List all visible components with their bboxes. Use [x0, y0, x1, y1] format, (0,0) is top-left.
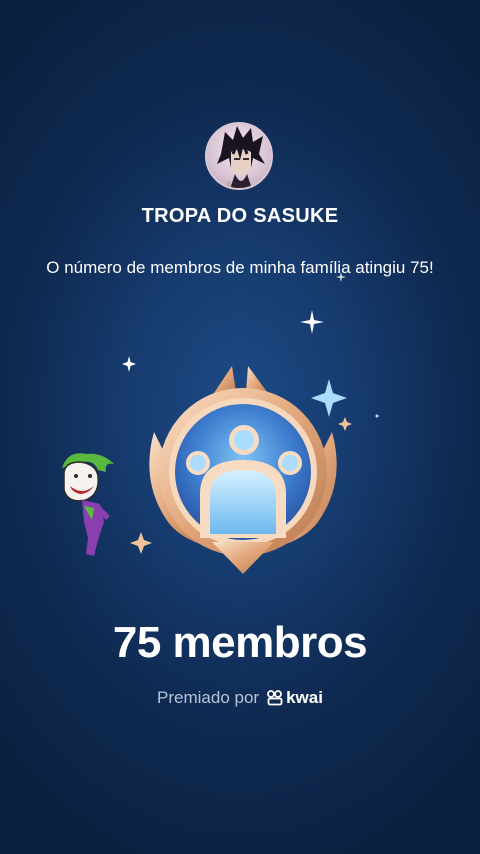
sparkle-icon [375, 414, 379, 418]
milestone-message: O número de membros de minha família ati… [46, 258, 434, 277]
member-count-label: 75 membros [112, 618, 368, 667]
award-prefix: Premiado por [157, 688, 260, 707]
group-name: TROPA DO SASUKE [141, 205, 339, 227]
kwai-brand: kwai [267, 688, 323, 708]
sparkle-icon [122, 356, 136, 372]
joker-sticker-icon [62, 453, 114, 556]
group-avatar[interactable] [205, 122, 273, 190]
award-row: Premiado por kwai [0, 688, 480, 708]
kwai-brand-label: kwai [286, 688, 323, 707]
family-members-badge-icon [149, 366, 337, 574]
achievement-screen: { "group": { "name": "TROPA DO SASUKE", … [0, 0, 480, 854]
sparkle-icon [300, 310, 324, 334]
kwai-logo-icon [267, 690, 283, 706]
